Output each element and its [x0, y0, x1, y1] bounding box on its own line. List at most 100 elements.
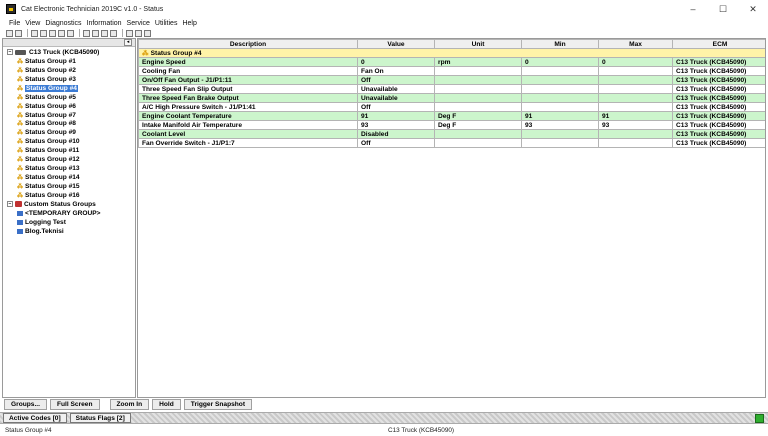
tree-item-status-group[interactable]: ⁂ Status Group #6 [3, 102, 135, 111]
tree-item-status-group[interactable]: ⁂ Status Group #4 [3, 84, 135, 93]
status-group-icon: ⁂ [17, 112, 23, 119]
logged-diagnostics-icon[interactable] [49, 29, 56, 37]
print-icon[interactable] [144, 29, 151, 37]
table-row[interactable]: Engine Coolant Temperature 91 Deg F 91 91 C13… [138, 111, 765, 121]
menu-diagnostics[interactable]: Diagnostics [45, 20, 81, 27]
tree-item-status-group[interactable]: ⁂ Status Group #8 [3, 120, 135, 129]
table-row[interactable]: Intake Manifold Air Temperature 93 Deg F 93… [138, 120, 765, 130]
truck-icon [15, 49, 26, 55]
full-screen-button[interactable]: Full Screen [49, 399, 100, 410]
stop-icon[interactable] [126, 29, 133, 37]
column-header-ecm[interactable]: ECM [672, 39, 765, 49]
status-group-icon: ⁂ [17, 139, 23, 146]
window-title: Cat Electronic Technician 2019C v1.0 - S… [21, 5, 164, 13]
menu-file[interactable]: File [9, 20, 20, 27]
cell-min [521, 102, 599, 112]
expand-toggle[interactable]: − [7, 49, 13, 56]
title-bar: Cat Electronic Technician 2019C v1.0 - S… [0, 0, 768, 18]
column-header-description[interactable]: Description [138, 39, 358, 49]
cell-description: Three Speed Fan Brake Output [138, 93, 358, 103]
status-table-panel: Description Value Unit Min Max ECM ⁂ Stat… [137, 38, 766, 398]
status-group-icon: ⁂ [17, 76, 23, 83]
status-group-icon: ⁂ [17, 130, 23, 137]
table-row[interactable]: Engine Speed 0 rpm 0 0 C13 Truck (KCB45090) [138, 57, 765, 67]
cell-max [598, 66, 673, 76]
table-row[interactable]: Three Speed Fan Brake Output Unavailable C… [138, 93, 765, 103]
cell-value: Off [357, 138, 435, 148]
tree-item-status-group[interactable]: ⁂ Status Group #5 [3, 93, 135, 102]
status-bar-ecm: C13 Truck (KCB45090) [388, 426, 455, 434]
minimize-button[interactable]: – [678, 0, 708, 18]
tree-item-status-group[interactable]: ⁂ Status Group #13 [3, 164, 135, 173]
tree-item-status-group[interactable]: ⁂ Status Group #9 [3, 128, 135, 137]
tree-item-label: Status Group #6 [25, 102, 76, 110]
cell-max: 93 [598, 120, 673, 130]
zoom-in-button[interactable]: Zoom In [109, 399, 150, 410]
open-icon[interactable] [6, 29, 13, 37]
close-button[interactable]: ✕ [738, 0, 768, 18]
tree-item-status-group[interactable]: ⁂ Status Group #10 [3, 137, 135, 146]
column-header-unit[interactable]: Unit [434, 39, 522, 49]
custom-item-icon [17, 228, 23, 234]
active-diagnostics-icon[interactable] [40, 29, 47, 37]
tree-item-status-group[interactable]: ⁂ Status Group #7 [3, 111, 135, 120]
hold-button[interactable]: Hold [152, 399, 181, 410]
status-group-icon: ⁂ [17, 175, 23, 182]
events-icon[interactable] [58, 29, 65, 37]
tree-item-label: Status Group #9 [25, 129, 76, 137]
tree-item-custom-group[interactable]: Logging Test [3, 218, 135, 227]
wrench-icon[interactable] [135, 29, 142, 37]
table-row[interactable]: Fan Override Switch - J1/P1:7 Off C13 Truc… [138, 138, 765, 148]
menu-information[interactable]: Information [87, 20, 122, 27]
tree-item-status-group[interactable]: ⁂ Status Group #14 [3, 173, 135, 182]
table-row[interactable]: On/Off Fan Output - J1/P1:11 Off C13 Truck… [138, 75, 765, 85]
calibrations-icon[interactable] [92, 29, 99, 37]
tree-item-status-group[interactable]: ⁂ Status Group #2 [3, 66, 135, 75]
cell-unit [434, 138, 522, 148]
tree-item-status-group[interactable]: ⁂ Status Group #11 [3, 146, 135, 155]
cell-description: Coolant Level [138, 129, 358, 139]
menu-service[interactable]: Service [127, 20, 150, 27]
ecm-summary-icon[interactable] [101, 29, 108, 37]
tree-item-status-group[interactable]: ⁂ Status Group #12 [3, 155, 135, 164]
cell-description: A/C High Pressure Switch - J1/P1:41 [138, 102, 358, 112]
maximize-button[interactable]: ☐ [708, 0, 738, 18]
tab-status-flags[interactable]: Status Flags [2] [69, 413, 131, 423]
table-row[interactable]: A/C High Pressure Switch - J1/P1:41 Off C1… [138, 102, 765, 112]
expand-toggle[interactable]: − [7, 201, 13, 208]
save-icon[interactable] [15, 29, 22, 37]
tree-item-status-group[interactable]: ⁂ Status Group #16 [3, 191, 135, 200]
tree-item-status-group[interactable]: ⁂ Status Group #15 [3, 182, 135, 191]
collapse-panel-button[interactable]: ◂ [124, 39, 132, 46]
diagnostic-tests-icon[interactable] [83, 29, 90, 37]
column-header-value[interactable]: Value [357, 39, 435, 49]
flash-icon[interactable] [110, 29, 117, 37]
groups-button[interactable]: Groups... [4, 399, 47, 410]
menu-view[interactable]: View [25, 20, 40, 27]
column-header-min[interactable]: Min [521, 39, 599, 49]
window-controls: – ☐ ✕ [678, 0, 768, 18]
tree-item-custom-group[interactable]: <TEMPORARY GROUP> [3, 209, 135, 218]
table-row[interactable]: Three Speed Fan Slip Output Unavailable C1… [138, 84, 765, 94]
menu-help[interactable]: Help [182, 20, 196, 27]
trigger-snapshot-button[interactable]: Trigger Snapshot [183, 399, 253, 410]
table-row[interactable]: Coolant Level Disabled C13 Truck (KCB45090… [138, 129, 765, 139]
configuration-icon[interactable] [67, 29, 74, 37]
custom-item-icon [17, 210, 23, 216]
table-row[interactable]: Cooling Fan Fan On C13 Truck (KCB45090) [138, 66, 765, 76]
cell-description: Engine Speed [138, 57, 358, 67]
tree-root-ecm[interactable]: − C13 Truck (KCB45090) [3, 48, 135, 57]
menu-utilities[interactable]: Utilities [155, 20, 178, 27]
column-header-max[interactable]: Max [598, 39, 673, 49]
status-group-icon: ⁂ [17, 85, 23, 92]
status-tool-icon[interactable] [31, 29, 38, 37]
tree-custom-groups-root[interactable]: − Custom Status Groups [3, 200, 135, 209]
tree-item-status-group[interactable]: ⁂ Status Group #1 [3, 57, 135, 66]
tree-item-status-group[interactable]: ⁂ Status Group #3 [3, 75, 135, 84]
cell-ecm: C13 Truck (KCB45090) [672, 93, 765, 103]
cell-description: Three Speed Fan Slip Output [138, 84, 358, 94]
tab-active-codes[interactable]: Active Codes [0] [3, 413, 67, 423]
toolbar-separator [122, 29, 123, 37]
tree-item-custom-group[interactable]: Blog.Teknisi [3, 227, 135, 236]
group-header-row[interactable]: ⁂ Status Group #4 [138, 48, 765, 58]
